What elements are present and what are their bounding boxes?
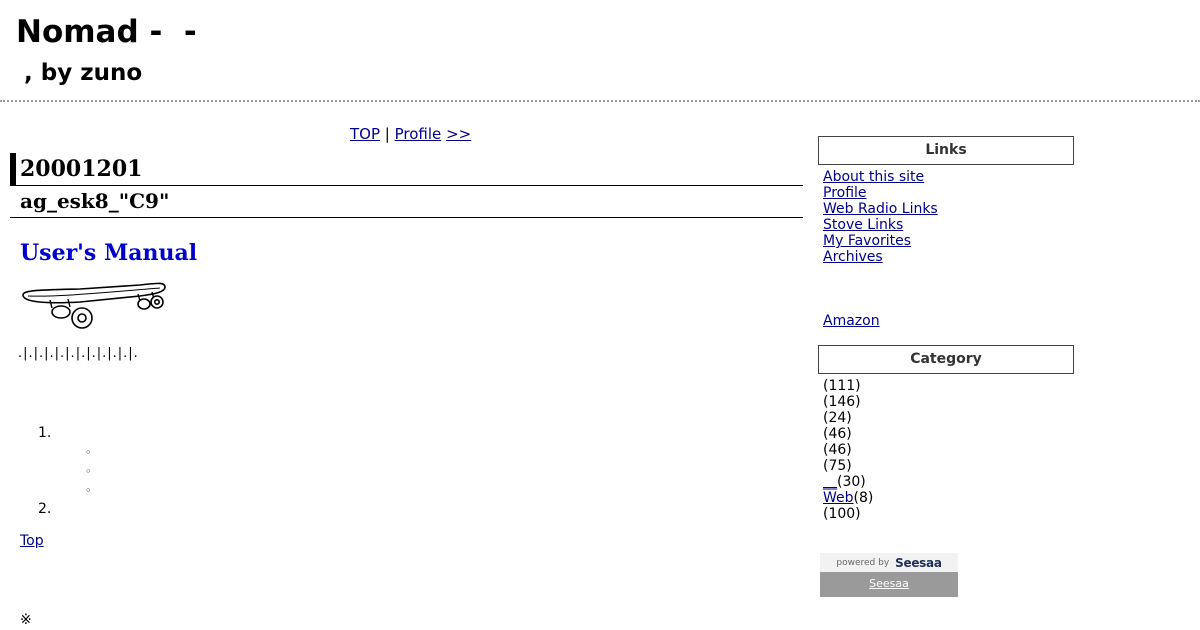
list-number: 1. bbox=[38, 425, 52, 441]
category-item[interactable]: (111) bbox=[823, 378, 873, 394]
link-archives[interactable]: Archives bbox=[823, 249, 938, 265]
list-item: 2. bbox=[38, 500, 51, 519]
nav-top-link[interactable]: TOP bbox=[350, 125, 380, 143]
category-item[interactable]: (46) bbox=[823, 426, 873, 442]
category-count: (46) bbox=[823, 442, 852, 458]
rating-dots: .|.|.|.|.|.|.|.|.|.|.|. bbox=[18, 346, 139, 361]
skateboard-image[interactable] bbox=[20, 280, 168, 332]
sub-list-item: ◦ bbox=[38, 481, 92, 500]
category-item[interactable]: (24) bbox=[823, 410, 873, 426]
category-count: (100) bbox=[823, 506, 861, 522]
amazon-link[interactable]: Amazon bbox=[823, 313, 880, 329]
site-banner: Nomad - - , by zuno bbox=[0, 0, 1200, 102]
nav-separator: | bbox=[384, 125, 390, 143]
bullet-icon: ◦ bbox=[85, 446, 92, 459]
category-count: (75) bbox=[823, 458, 852, 474]
category-item[interactable]: (75) bbox=[823, 458, 873, 474]
footnote-mark: ※ bbox=[20, 612, 32, 628]
category-count: (30) bbox=[837, 474, 866, 490]
seesaa-link-bar: Seesaa bbox=[820, 572, 958, 597]
link-profile[interactable]: Profile bbox=[823, 185, 938, 201]
ordered-list: 1. ◦ ◦ ◦ 2. bbox=[38, 424, 92, 519]
seesaa-badge[interactable]: powered by Seesaa Seesaa bbox=[820, 553, 958, 597]
seesaa-link[interactable]: Seesaa bbox=[869, 577, 909, 590]
users-manual-link[interactable]: User's Manual bbox=[20, 240, 197, 266]
bullet-icon: ◦ bbox=[85, 484, 92, 497]
bullet-icon: ◦ bbox=[85, 465, 92, 478]
category-heading: Category bbox=[818, 345, 1074, 374]
back-to-top-link[interactable]: Top bbox=[20, 533, 44, 549]
category-item[interactable]: (146) bbox=[823, 394, 873, 410]
link-favorites[interactable]: My Favorites bbox=[823, 233, 938, 249]
powered-by-bar: powered by Seesaa bbox=[820, 553, 958, 572]
category-link-web[interactable]: Web bbox=[823, 490, 854, 506]
link-about[interactable]: About this site bbox=[823, 169, 938, 185]
category-link[interactable]: __ bbox=[823, 474, 837, 490]
date-text: 20001201 bbox=[20, 156, 143, 182]
nav-profile-link[interactable]: Profile bbox=[395, 125, 442, 143]
category-count: (111) bbox=[823, 378, 861, 394]
powered-by-text: powered by bbox=[836, 557, 890, 568]
nav-next-link[interactable]: >> bbox=[446, 125, 471, 143]
site-description: , by zuno bbox=[16, 60, 143, 86]
date-header: 20001201 bbox=[10, 153, 803, 186]
link-stove[interactable]: Stove Links bbox=[823, 217, 938, 233]
sub-list-item: ◦ bbox=[38, 443, 92, 462]
category-item[interactable]: (46) bbox=[823, 442, 873, 458]
category-count: (8) bbox=[853, 490, 874, 506]
sub-list-item: ◦ bbox=[38, 462, 92, 481]
category-count: (46) bbox=[823, 426, 852, 442]
entry-title: ag_esk8_"C9" bbox=[10, 187, 803, 218]
category-item[interactable]: (100) bbox=[823, 506, 873, 522]
category-list: (111) (146) (24) (46) (46) (75) __(30) W… bbox=[823, 378, 873, 522]
category-item[interactable]: Web(8) bbox=[823, 490, 873, 506]
list-item: 1. bbox=[38, 424, 51, 443]
seesaa-logo: Seesaa bbox=[895, 555, 942, 570]
category-item[interactable]: __(30) bbox=[823, 474, 873, 490]
link-web-radio[interactable]: Web Radio Links bbox=[823, 201, 938, 217]
top-navigation: TOP | Profile >> bbox=[350, 125, 471, 143]
entry-title-text: ag_esk8_"C9" bbox=[20, 189, 170, 213]
list-number: 2. bbox=[38, 501, 52, 517]
skateboard-icon bbox=[22, 282, 166, 329]
links-list: About this site Profile Web Radio Links … bbox=[823, 169, 938, 265]
site-title: Nomad - - bbox=[16, 14, 197, 50]
category-count: (24) bbox=[823, 410, 852, 426]
links-heading: Links bbox=[818, 136, 1074, 165]
category-count: (146) bbox=[823, 394, 861, 410]
